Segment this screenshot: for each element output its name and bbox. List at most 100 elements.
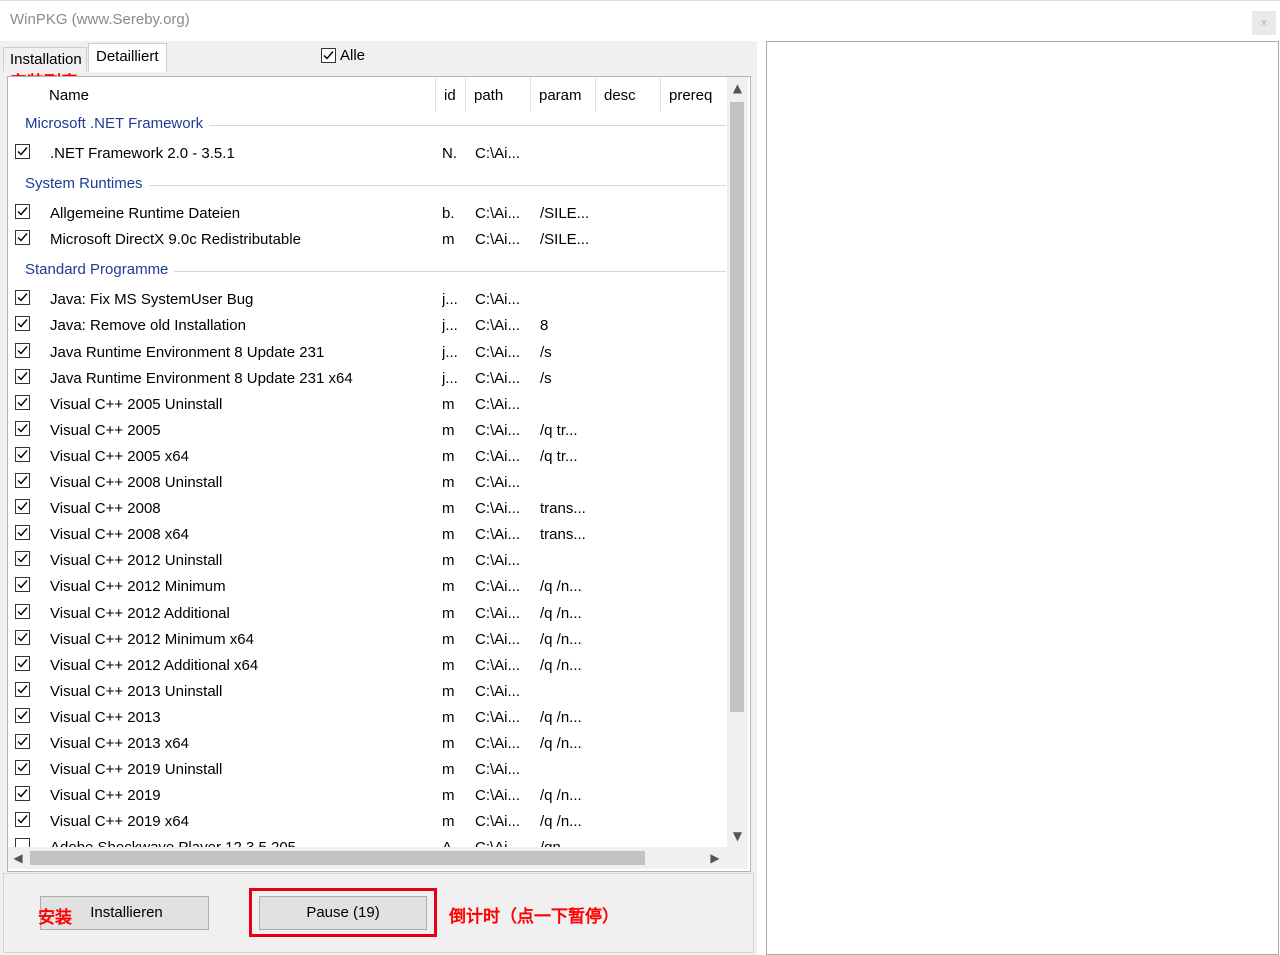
item-path: C:\Ai... (475, 317, 521, 335)
close-icon[interactable]: x (1252, 11, 1276, 35)
list-item[interactable]: Visual C++ 2005 x64 m C:\Ai... /q tr... (8, 443, 726, 469)
checkbox-checked-icon[interactable] (15, 681, 30, 697)
column-header-name[interactable]: Name (8, 77, 436, 112)
item-id: m (442, 787, 455, 805)
scroll-down-icon[interactable]: ▼ (727, 825, 748, 847)
checkbox-checked-icon[interactable] (15, 204, 30, 220)
checkbox-checked-icon[interactable] (15, 734, 30, 749)
vertical-scroll-thumb[interactable] (730, 102, 744, 712)
list-item[interactable]: Java Runtime Environment 8 Update 231 x6… (8, 365, 726, 391)
checkbox-checked-icon (321, 48, 336, 63)
list-item[interactable]: Visual C++ 2008 m C:\Ai... trans... (8, 495, 726, 521)
list-item[interactable]: Visual C++ 2019 m C:\Ai... /q /n... (8, 782, 726, 808)
item-param: /q /n... (540, 787, 582, 805)
list-item[interactable]: Visual C++ 2005 Uninstall m C:\Ai... (8, 391, 726, 417)
item-id: m (442, 421, 455, 439)
list-item[interactable]: Visual C++ 2012 Minimum m C:\Ai... /q /n... (8, 573, 726, 599)
checkbox-checked-icon[interactable] (15, 707, 30, 723)
list-item[interactable]: .NET Framework 2.0 - 3.5.1 N. C:\Ai... (8, 140, 726, 166)
item-name: Visual C++ 2012 Minimum x64 (50, 630, 254, 648)
item-path: C:\Ai... (475, 145, 521, 162)
checkbox-checked-icon[interactable] (15, 316, 30, 332)
item-id: m (442, 552, 455, 570)
checkbox-checked-icon[interactable] (15, 446, 30, 462)
item-name: Visual C++ 2008 x64 (50, 526, 189, 544)
annotation-install: 安装 (38, 908, 72, 928)
item-param: /SILE... (540, 205, 590, 223)
list-item[interactable]: Visual C++ 2013 Uninstall m C:\Ai... (8, 678, 726, 704)
group-header[interactable]: System Runtimes (25, 175, 149, 193)
list-item[interactable]: Visual C++ 2008 x64 m C:\Ai... trans... (8, 521, 726, 547)
item-param: /SILE... (540, 231, 590, 249)
scrollbar-corner (727, 847, 748, 869)
checkbox-checked-icon[interactable] (15, 786, 30, 802)
checkbox-checked-icon[interactable] (15, 577, 30, 593)
list-item[interactable]: Java: Remove old Installation j... C:\Ai..… (8, 312, 726, 338)
checkbox-checked-icon[interactable] (15, 144, 30, 159)
package-list[interactable]: Name id path param desc prereq Microsoft… (7, 76, 751, 872)
checkbox-checked-icon[interactable] (15, 525, 30, 541)
item-param: /s (540, 343, 552, 361)
list-item[interactable]: Visual C++ 2012 Additional x64 m C:\Ai... /… (8, 652, 726, 678)
column-header-param[interactable]: param (531, 77, 596, 112)
list-item[interactable]: Visual C++ 2012 Additional m C:\Ai... /q /n… (8, 600, 726, 626)
vertical-scrollbar[interactable]: ▲ ▼ (727, 77, 748, 847)
horizontal-scroll-thumb[interactable] (30, 851, 645, 865)
list-item[interactable]: Allgemeine Runtime Dateien b. C:\Ai... /SIL… (8, 200, 726, 226)
list-item[interactable]: Visual C++ 2005 m C:\Ai... /q tr... (8, 417, 726, 443)
list-item[interactable]: Java Runtime Environment 8 Update 231 j..… (8, 339, 726, 365)
tab-detailliert[interactable]: Detailliert (88, 43, 167, 72)
checkbox-checked-icon[interactable] (15, 420, 30, 436)
item-name: Java Runtime Environment 8 Update 231 (50, 343, 325, 361)
list-item[interactable]: Visual C++ 2019 Uninstall m C:\Ai... (8, 756, 726, 782)
item-path: C:\Ai... (475, 656, 521, 674)
scroll-up-icon[interactable]: ▲ (727, 77, 748, 99)
list-item[interactable]: Visual C++ 2013 x64 m C:\Ai... /q /n... (8, 730, 726, 756)
item-path: C:\Ai... (475, 761, 521, 779)
checkbox-checked-icon[interactable] (15, 342, 30, 358)
scroll-left-icon[interactable]: ◀ (8, 847, 28, 869)
checkbox-checked-icon[interactable] (15, 603, 30, 619)
item-id: m (442, 578, 455, 596)
scroll-right-icon[interactable]: ▶ (705, 847, 725, 869)
list-item[interactable]: Java: Fix MS SystemUser Bug j... C:\Ai... (8, 286, 726, 312)
item-id: m (442, 604, 455, 622)
list-item[interactable]: Microsoft DirectX 9.0c Redistributable m C… (8, 226, 726, 252)
list-item[interactable]: Visual C++ 2008 Uninstall m C:\Ai... (8, 469, 726, 495)
list-item[interactable]: Visual C++ 2013 m C:\Ai... /q /n... (8, 704, 726, 730)
checkbox-checked-icon[interactable] (15, 290, 30, 306)
checkbox-checked-icon[interactable] (15, 473, 30, 488)
checkbox-checked-icon[interactable] (15, 629, 30, 645)
item-param: /q /n... (540, 708, 582, 726)
item-id: m (442, 474, 455, 491)
group-header[interactable]: Standard Programme (25, 261, 175, 279)
checkbox-checked-icon[interactable] (15, 812, 30, 828)
checkbox-checked-icon[interactable] (15, 230, 30, 246)
checkbox-checked-icon[interactable] (15, 655, 30, 671)
list-item[interactable]: Visual C++ 2019 x64 m C:\Ai... /q /n... (8, 808, 726, 834)
checkbox-checked-icon[interactable] (15, 368, 30, 384)
item-param: /q tr... (540, 447, 578, 465)
checkbox-checked-icon[interactable] (15, 394, 30, 410)
column-header-desc[interactable]: desc (596, 77, 661, 112)
list-item[interactable]: Visual C++ 2012 Uninstall m C:\Ai... (8, 547, 726, 573)
item-name: Visual C++ 2008 Uninstall (50, 474, 223, 491)
item-name: Visual C++ 2019 Uninstall (50, 761, 223, 779)
item-name: Visual C++ 2005 x64 (50, 447, 189, 465)
item-path: C:\Ai... (475, 369, 521, 387)
group-header[interactable]: Microsoft .NET Framework (25, 115, 210, 132)
item-id: N. (442, 145, 457, 162)
checkbox-checked-icon[interactable] (15, 551, 30, 567)
item-param: /q /n... (540, 813, 582, 831)
column-header-prereq[interactable]: prereq (661, 77, 726, 112)
list-item[interactable]: Visual C++ 2012 Minimum x64 m C:\Ai... /q /… (8, 626, 726, 652)
horizontal-scrollbar[interactable]: ◀ ▶ (8, 847, 727, 869)
select-all-checkbox[interactable]: Alle (321, 47, 365, 64)
item-id: m (442, 735, 455, 752)
item-id: m (442, 231, 455, 249)
checkbox-checked-icon[interactable] (15, 760, 30, 776)
item-path: C:\Ai... (475, 630, 521, 648)
column-header-path[interactable]: path (466, 77, 531, 112)
column-header-id[interactable]: id (436, 77, 466, 112)
checkbox-checked-icon[interactable] (15, 499, 30, 515)
